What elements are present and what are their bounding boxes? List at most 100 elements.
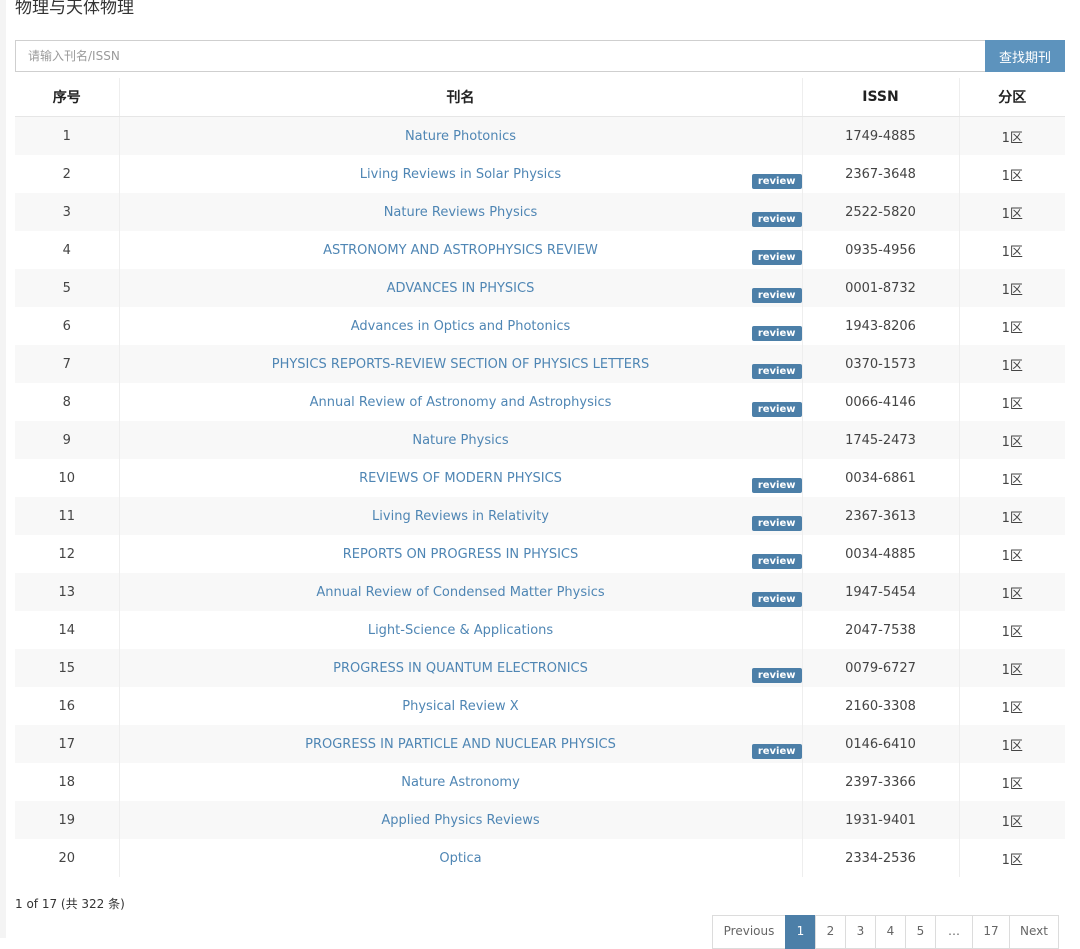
page-button[interactable]: 2 (815, 915, 846, 949)
header-zone[interactable]: 分区 (958, 78, 1065, 117)
row-index: 11 (15, 497, 119, 535)
journal-link[interactable]: Advances in Optics and Photonics (351, 319, 571, 334)
row-index: 5 (15, 269, 119, 307)
journal-link[interactable]: PROGRESS IN QUANTUM ELECTRONICS (333, 661, 588, 676)
journal-link[interactable]: Annual Review of Astronomy and Astrophys… (310, 395, 612, 410)
row-index: 8 (15, 383, 119, 421)
review-badge: review (751, 250, 802, 265)
row-name-cell: Physical Review X (118, 687, 802, 725)
row-issn: 2367-3648 (801, 155, 959, 193)
next-page-button[interactable]: Next (1009, 915, 1059, 949)
row-issn: 1749-4885 (801, 116, 959, 155)
row-zone: 1区 (958, 155, 1065, 193)
row-zone: 1区 (958, 725, 1065, 763)
table-row: 7 PHYSICS REPORTS-REVIEW SECTION OF PHYSI… (15, 345, 1065, 383)
row-issn: 2047-7538 (801, 611, 959, 649)
row-index: 12 (15, 535, 119, 573)
review-badge: review (751, 326, 802, 341)
review-badge: review (751, 364, 802, 379)
row-issn: 0370-1573 (801, 345, 959, 383)
journal-link[interactable]: Nature Physics (412, 433, 508, 448)
table-row: 8 Annual Review of Astronomy and Astrophy… (15, 383, 1065, 421)
row-issn: 0146-6410 (801, 725, 959, 763)
table-row: 15 PROGRESS IN QUANTUM ELECTRONICS review 0… (15, 649, 1065, 687)
row-zone: 1区 (958, 421, 1065, 459)
row-issn: 2367-3613 (801, 497, 959, 535)
journal-link[interactable]: Nature Photonics (405, 129, 516, 144)
row-zone: 1区 (958, 307, 1065, 345)
review-badge: review (751, 744, 802, 759)
row-name-cell: Living Reviews in Relativity review (118, 497, 802, 535)
table-row: 13 Annual Review of Condensed Matter Phys… (15, 573, 1065, 611)
review-badge: review (751, 174, 802, 189)
section-title: 物理与天体物理 (15, 0, 134, 18)
row-index: 2 (15, 155, 119, 193)
table-row: 4 ASTRONOMY AND ASTROPHYSICS REVIEW review… (15, 231, 1065, 269)
row-zone: 1区 (958, 573, 1065, 611)
journal-link[interactable]: Living Reviews in Relativity (372, 509, 549, 524)
journal-link[interactable]: Living Reviews in Solar Physics (360, 167, 561, 182)
table-row: 5 ADVANCES IN PHYSICS review 0001-8732 1区 (15, 269, 1065, 307)
table-row: 1 Nature Photonics 1749-4885 1区 (15, 116, 1065, 155)
journal-link[interactable]: Annual Review of Condensed Matter Physic… (316, 585, 604, 600)
journal-link[interactable]: Physical Review X (402, 699, 518, 714)
journal-link[interactable]: ADVANCES IN PHYSICS (387, 281, 535, 296)
journal-link[interactable]: Optica (439, 851, 481, 866)
journal-link[interactable]: REVIEWS OF MODERN PHYSICS (359, 471, 562, 486)
row-name-cell: PROGRESS IN QUANTUM ELECTRONICS review (118, 649, 802, 687)
journal-table: 序号 刊名 ISSN 分区 1 Nature Photonics 1749-4885… (15, 78, 1065, 877)
header-index[interactable]: 序号 (15, 78, 119, 117)
page-button[interactable]: 5 (905, 915, 936, 949)
page-button[interactable]: 1 (785, 915, 816, 949)
row-name-cell: ASTRONOMY AND ASTROPHYSICS REVIEW review (118, 231, 802, 269)
header-name[interactable]: 刊名 (118, 78, 802, 117)
row-name-cell: Optica (118, 839, 802, 877)
row-issn: 0001-8732 (801, 269, 959, 307)
journal-link[interactable]: Nature Reviews Physics (384, 205, 538, 220)
row-name-cell: PHYSICS REPORTS-REVIEW SECTION OF PHYSIC… (118, 345, 802, 383)
journal-link[interactable]: Light-Science & Applications (368, 623, 553, 638)
journal-link[interactable]: Nature Astronomy (401, 775, 520, 790)
row-index: 16 (15, 687, 119, 725)
table-row: 6 Advances in Optics and Photonics review 1… (15, 307, 1065, 345)
journal-link[interactable]: ASTRONOMY AND ASTROPHYSICS REVIEW (323, 243, 598, 258)
page-button[interactable]: 4 (875, 915, 906, 949)
row-zone: 1区 (958, 383, 1065, 421)
journal-link[interactable]: Applied Physics Reviews (381, 813, 539, 828)
page-button[interactable]: 17 (972, 915, 1010, 949)
table-row: 18 Nature Astronomy 2397-3366 1区 (15, 763, 1065, 801)
row-issn: 2160-3308 (801, 687, 959, 725)
header-issn[interactable]: ISSN (801, 78, 959, 117)
previous-page-button[interactable]: Previous (712, 915, 786, 949)
row-name-cell: Nature Photonics (118, 116, 802, 155)
review-badge: review (751, 554, 802, 569)
row-index: 18 (15, 763, 119, 801)
row-index: 3 (15, 193, 119, 231)
row-zone: 1区 (958, 763, 1065, 801)
row-zone: 1区 (958, 193, 1065, 231)
row-name-cell: Nature Astronomy (118, 763, 802, 801)
row-zone: 1区 (958, 687, 1065, 725)
journal-link[interactable]: REPORTS ON PROGRESS IN PHYSICS (343, 547, 579, 562)
row-zone: 1区 (958, 611, 1065, 649)
table-row: 17 PROGRESS IN PARTICLE AND NUCLEAR PHYSI… (15, 725, 1065, 763)
row-issn: 1943-8206 (801, 307, 959, 345)
row-index: 17 (15, 725, 119, 763)
row-zone: 1区 (958, 345, 1065, 383)
search-input[interactable] (15, 40, 985, 72)
review-badge: review (751, 288, 802, 303)
journal-link[interactable]: PHYSICS REPORTS-REVIEW SECTION OF PHYSIC… (272, 357, 650, 372)
table-header-row: 序号 刊名 ISSN 分区 (15, 78, 1065, 117)
row-index: 19 (15, 801, 119, 839)
row-index: 20 (15, 839, 119, 877)
journal-link[interactable]: PROGRESS IN PARTICLE AND NUCLEAR PHYSICS (305, 737, 616, 752)
page-button[interactable]: 3 (845, 915, 876, 949)
row-name-cell: Living Reviews in Solar Physics review (118, 155, 802, 193)
review-badge: review (751, 478, 802, 493)
row-name-cell: Applied Physics Reviews (118, 801, 802, 839)
search-button[interactable]: 查找期刊 (985, 40, 1065, 72)
row-name-cell: ADVANCES IN PHYSICS review (118, 269, 802, 307)
row-index: 15 (15, 649, 119, 687)
row-issn: 1745-2473 (801, 421, 959, 459)
row-issn: 2397-3366 (801, 763, 959, 801)
